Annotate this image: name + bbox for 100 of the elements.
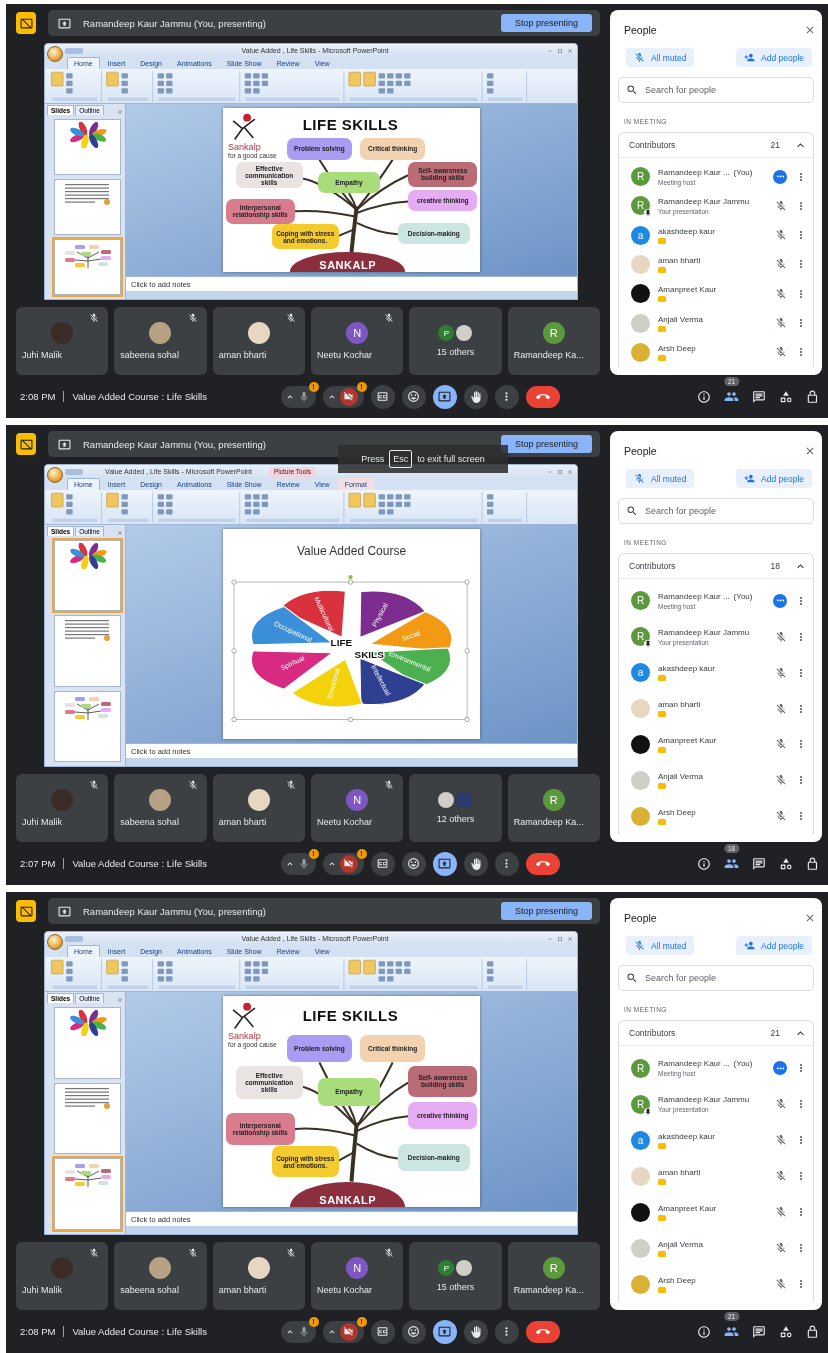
slide-thumbnail[interactable]: [54, 1007, 121, 1079]
letter-avatar: R: [631, 1058, 650, 1078]
close-icon[interactable]: [804, 445, 816, 457]
action-button[interactable]: Add people: [736, 469, 812, 488]
participant-name: Juhi Malik: [22, 1285, 62, 1295]
stop-presenting-button[interactable]: Stop presenting: [500, 902, 592, 920]
leave-call-button[interactable]: [525, 852, 560, 875]
raise-hand-button[interactable]: [463, 384, 488, 409]
camera-off-icon: [343, 858, 354, 869]
tree-trunk: [349, 206, 359, 253]
close-icon[interactable]: [804, 24, 816, 36]
panel-title: People: [624, 24, 657, 36]
maximize-icon[interactable]: [557, 935, 563, 942]
add-person-icon: [744, 940, 755, 951]
logo-text: Sankalp: [228, 141, 261, 152]
slide-thumbnail[interactable]: [54, 119, 121, 175]
search-field[interactable]: Search for people: [618, 965, 814, 991]
people-icon[interactable]: [724, 389, 739, 404]
maximize-icon[interactable]: [557, 468, 563, 475]
captions-button[interactable]: [370, 384, 395, 409]
more-options-icon[interactable]: [773, 593, 787, 608]
meeting-title: Value Added Course : Life Skills: [72, 391, 207, 402]
participant-name: akashdeep kaur: [658, 1131, 715, 1141]
search-field[interactable]: Search for people: [618, 498, 814, 524]
more-options-button[interactable]: [494, 1319, 519, 1344]
participant-name: sabeena sohal: [120, 1285, 179, 1295]
action-button[interactable]: All muted: [626, 469, 695, 488]
people-icon[interactable]: [724, 1324, 739, 1339]
more-options-icon[interactable]: [773, 1061, 787, 1075]
participant-name: Ramandeep Kaur ...: [658, 167, 730, 177]
group-label: Contributors: [629, 561, 677, 571]
participant-count: 21: [770, 1028, 780, 1038]
stop-presenting-button[interactable]: Stop presenting: [500, 14, 592, 32]
action-button[interactable]: All muted: [626, 936, 695, 955]
shapes-icon[interactable]: [779, 856, 793, 871]
raise-hand-button[interactable]: [463, 1319, 488, 1344]
stop-presenting-button[interactable]: Stop presenting: [500, 435, 592, 453]
muted-presentation-icon: [775, 1098, 787, 1110]
search-field[interactable]: Search for people: [618, 77, 814, 103]
emoji-button[interactable]: [401, 1319, 426, 1344]
present-icon: [438, 390, 451, 403]
chat-icon[interactable]: [752, 389, 766, 404]
letter-avatar: a: [631, 1130, 650, 1150]
leave-call-button[interactable]: [525, 1320, 560, 1343]
lock-icon[interactable]: [806, 856, 820, 871]
more-options-icon[interactable]: [773, 169, 787, 184]
info-icon[interactable]: [697, 1324, 711, 1339]
slide-thumbnail[interactable]: [54, 179, 121, 235]
letter-avatar: R: [542, 1257, 565, 1279]
present-button[interactable]: [432, 1319, 457, 1344]
close-icon[interactable]: [567, 935, 573, 942]
letter-avatar: R: [631, 196, 650, 216]
info-icon[interactable]: [697, 856, 711, 871]
text-lines-drawing: [62, 1085, 113, 1110]
present-icon: [438, 857, 451, 870]
raise-hand-button[interactable]: [463, 851, 488, 876]
lock-icon[interactable]: [806, 389, 820, 404]
mic-off-icon: [775, 1242, 787, 1254]
close-icon[interactable]: [567, 468, 573, 475]
chat-icon[interactable]: [752, 1324, 766, 1339]
action-button[interactable]: Add people: [736, 936, 812, 955]
mic-off-icon: [775, 229, 787, 242]
slide-thumbnail[interactable]: [54, 615, 121, 687]
add-person-icon: [744, 52, 755, 63]
action-button[interactable]: Add people: [736, 48, 812, 67]
close-icon[interactable]: [804, 912, 816, 924]
presentation-button[interactable]: [16, 12, 36, 34]
slide-thumbnail[interactable]: [54, 690, 121, 762]
presentation-button[interactable]: [16, 433, 36, 455]
people-icon[interactable]: [724, 856, 739, 871]
present-button[interactable]: [432, 851, 457, 876]
maximize-icon[interactable]: [557, 47, 563, 54]
participant-name: Ramandeep Kaur Jammu: [658, 1095, 750, 1104]
slide-thumbnail[interactable]: [54, 540, 121, 612]
lock-icon[interactable]: [806, 1324, 820, 1339]
hand-icon: [469, 857, 482, 870]
slide-thumbnail[interactable]: [54, 239, 121, 295]
info-icon[interactable]: [697, 389, 711, 404]
shapes-icon[interactable]: [779, 1324, 793, 1339]
action-button[interactable]: All muted: [626, 48, 695, 67]
letter-avatar: N: [346, 789, 369, 811]
emoji-button[interactable]: [401, 851, 426, 876]
presentation-button[interactable]: [16, 900, 36, 922]
chat-icon[interactable]: [752, 856, 766, 871]
participant-name: sabeena sohal: [120, 350, 179, 360]
participant-name: Amanpreet Kaur: [658, 285, 717, 295]
shapes-icon[interactable]: [779, 389, 793, 404]
leave-call-button[interactable]: [525, 385, 560, 408]
captions-button[interactable]: [370, 851, 395, 876]
present-button[interactable]: [432, 384, 457, 409]
you-tag: (You): [733, 1059, 753, 1068]
close-icon[interactable]: [567, 47, 573, 54]
participant-name: aman bharti: [658, 256, 701, 265]
emoji-button[interactable]: [401, 384, 426, 409]
more-options-button[interactable]: [494, 384, 519, 409]
key-cap: Esc: [389, 450, 413, 468]
slide-thumbnail[interactable]: [54, 1158, 121, 1230]
more-options-button[interactable]: [494, 851, 519, 876]
captions-button[interactable]: [370, 1319, 395, 1344]
slide-thumbnail[interactable]: [54, 1082, 121, 1155]
